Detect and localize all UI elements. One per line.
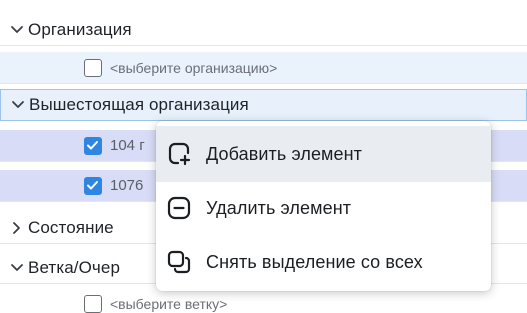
deselect-all-icon	[166, 249, 192, 275]
checkbox[interactable]	[84, 58, 102, 77]
section-organization[interactable]: Организация	[0, 14, 527, 46]
list-item-label: 1076	[110, 177, 144, 194]
section-label: Организация	[28, 19, 132, 39]
list-item-label: <выберите организацию>	[110, 59, 278, 76]
list-item-label: <выберите ветку>	[110, 296, 228, 312]
list-item-organization-placeholder[interactable]: <выберите организацию>	[0, 52, 527, 84]
checkbox-checked[interactable]	[84, 176, 102, 195]
checkbox[interactable]	[84, 295, 102, 313]
section-label: Состояние	[28, 217, 114, 237]
list-item-label: 104 г	[110, 137, 145, 154]
menu-item-add-element[interactable]: Добавить элемент	[156, 126, 491, 182]
chevron-right-icon[interactable]	[6, 212, 28, 244]
section-label: Вышестоящая организация	[29, 95, 249, 114]
chevron-down-icon[interactable]	[7, 89, 29, 121]
chevron-down-icon[interactable]	[6, 14, 28, 46]
section-label: Ветка/Очер	[28, 257, 120, 277]
menu-item-remove-element[interactable]: Удалить элемент	[156, 180, 491, 236]
context-menu: Добавить элемент Удалить элемент Снять в…	[156, 121, 491, 291]
menu-item-label: Добавить элемент	[206, 143, 363, 164]
checkbox-checked[interactable]	[84, 136, 102, 155]
menu-item-label: Снять выделение со всех	[206, 251, 423, 272]
section-parent-organization[interactable]: Вышестоящая организация	[0, 89, 527, 121]
list-item-branch-placeholder[interactable]: <выберите ветку>	[0, 288, 527, 313]
chevron-down-icon[interactable]	[6, 252, 28, 284]
menu-item-label: Удалить элемент	[206, 197, 352, 218]
menu-item-deselect-all[interactable]: Снять выделение со всех	[156, 234, 491, 290]
remove-element-icon	[166, 195, 192, 221]
add-element-icon	[166, 141, 192, 167]
